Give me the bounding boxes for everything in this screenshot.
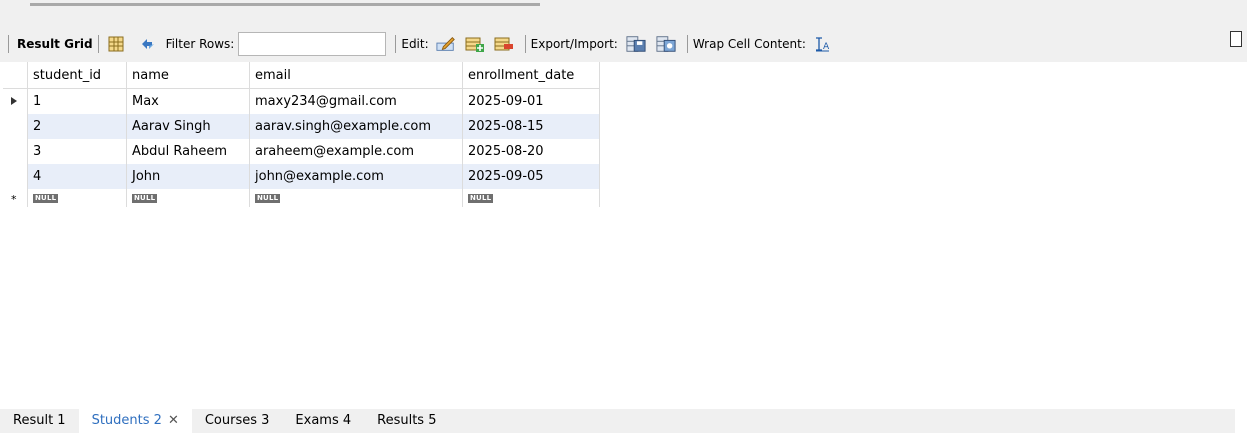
refresh-icon[interactable] [138, 34, 158, 54]
wrap-cell-content-label: Wrap Cell Content: [692, 37, 806, 51]
edit-label: Edit: [401, 37, 429, 51]
row-header[interactable] [3, 88, 28, 114]
current-row-arrow-icon [11, 97, 17, 105]
cell-student-id[interactable]: 3 [27, 139, 127, 164]
table-row[interactable]: 4 John john@example.com 2025-09-05 [3, 164, 600, 189]
tab-label: Students 2 [91, 413, 162, 428]
add-row-icon[interactable] [465, 34, 485, 54]
cell-student-id[interactable]: 2 [27, 114, 127, 139]
cell-name[interactable]: Aarav Singh [126, 114, 250, 139]
tab-label: Exams 4 [295, 413, 352, 428]
top-strip [0, 0, 1247, 26]
toggle-panel-icon[interactable] [1230, 31, 1242, 47]
cell-email[interactable]: maxy234@gmail.com [249, 88, 463, 114]
filter-rows-label: Filter Rows: [165, 37, 235, 51]
tab-results-5[interactable]: Results 5 [364, 409, 449, 433]
delete-row-icon[interactable] [494, 34, 514, 54]
toolbar-separator [524, 35, 526, 53]
tab-students-2[interactable]: Students 2 ✕ [78, 409, 192, 433]
import-icon[interactable] [656, 34, 676, 54]
toolbar-separator [8, 35, 9, 53]
toolbar-separator [97, 35, 99, 53]
cell-name[interactable]: NULL [126, 189, 250, 207]
column-header[interactable]: email [249, 62, 463, 89]
result-grid-label[interactable]: Result Grid [17, 37, 93, 51]
tab-label: Results 5 [377, 413, 437, 428]
null-badge: NULL [33, 194, 59, 203]
row-header[interactable] [3, 139, 28, 164]
cell-enrollment-date[interactable]: 2025-08-20 [462, 139, 600, 164]
row-header[interactable] [3, 114, 28, 139]
table-row[interactable]: 2 Aarav Singh aarav.singh@example.com 20… [3, 114, 600, 139]
result-table: student_id name email enrollment_date 1 … [3, 62, 600, 207]
result-tabs: Result 1 Students 2 ✕ Courses 3 Exams 4 R… [0, 409, 1247, 433]
result-toolbar: Result Grid Filter Rows: Edit: Export/Im… [0, 26, 1247, 62]
cell-email[interactable]: john@example.com [249, 164, 463, 189]
cell-enrollment-date[interactable]: 2025-09-05 [462, 164, 600, 189]
cell-name[interactable]: John [126, 164, 250, 189]
result-grid: student_id name email enrollment_date 1 … [0, 62, 1247, 409]
cell-student-id[interactable]: 1 [27, 88, 127, 114]
toolbar-separator [395, 35, 397, 53]
grid-layout-icon[interactable] [106, 34, 126, 54]
header-row: student_id name email enrollment_date [3, 62, 600, 89]
tab-courses-3[interactable]: Courses 3 [192, 409, 283, 433]
cell-email[interactable]: aarav.singh@example.com [249, 114, 463, 139]
cell-email[interactable]: NULL [249, 189, 463, 207]
cell-name[interactable]: Abdul Raheem [126, 139, 250, 164]
cell-name[interactable]: Max [126, 88, 250, 114]
tab-exams-4[interactable]: Exams 4 [282, 409, 364, 433]
row-header-corner [3, 62, 28, 89]
toolbar-separator [686, 35, 688, 53]
tab-label: Result 1 [13, 413, 66, 428]
edit-row-icon[interactable] [436, 34, 456, 54]
cell-enrollment-date[interactable]: NULL [462, 189, 600, 207]
horizontal-scrollbar[interactable] [30, 3, 540, 6]
row-header[interactable]: * [3, 189, 28, 207]
table-row[interactable]: 3 Abdul Raheem araheem@example.com 2025-… [3, 139, 600, 164]
row-header[interactable] [3, 164, 28, 189]
cell-email[interactable]: araheem@example.com [249, 139, 463, 164]
column-header[interactable]: student_id [27, 62, 127, 89]
table-row[interactable]: 1 Max maxy234@gmail.com 2025-09-01 [3, 88, 600, 114]
cell-student-id[interactable]: 4 [27, 164, 127, 189]
cell-student-id[interactable]: NULL [27, 189, 127, 207]
tab-label: Courses 3 [204, 413, 270, 428]
null-badge: NULL [255, 194, 281, 203]
wrap-text-icon[interactable]: A [812, 34, 832, 54]
export-import-label: Export/Import: [530, 37, 618, 51]
export-icon[interactable] [626, 34, 646, 54]
column-header[interactable]: name [126, 62, 250, 89]
tabs-end-area [1235, 409, 1247, 433]
filter-rows-input[interactable] [238, 32, 387, 56]
new-row[interactable]: * NULL NULL NULL NULL [3, 189, 600, 207]
null-badge: NULL [468, 194, 494, 203]
tab-result-1[interactable]: Result 1 [0, 409, 79, 433]
cell-enrollment-date[interactable]: 2025-09-01 [462, 88, 600, 114]
null-badge: NULL [132, 194, 158, 203]
new-row-star-icon: * [11, 193, 17, 206]
close-icon[interactable]: ✕ [168, 413, 179, 428]
column-header[interactable]: enrollment_date [462, 62, 600, 89]
cell-enrollment-date[interactable]: 2025-08-15 [462, 114, 600, 139]
